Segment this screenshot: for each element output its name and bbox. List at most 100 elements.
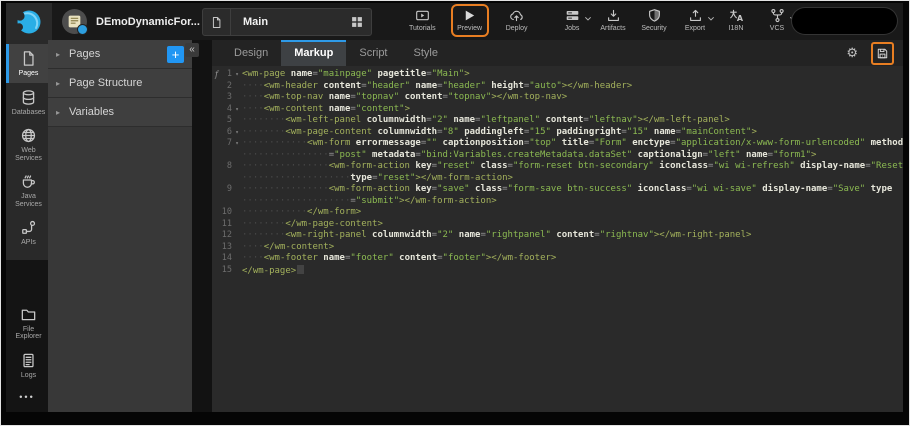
indent-dots: ············: [242, 207, 307, 217]
code-token: "2": [437, 230, 453, 240]
editor-settings-gear-icon[interactable]: ⚙: [846, 45, 858, 61]
tab-markup[interactable]: Markup: [281, 40, 346, 66]
code-token: <wm-content: [264, 104, 324, 114]
video-icon: [415, 8, 430, 23]
caret-right-icon: ▸: [56, 50, 60, 59]
code-token: "2": [432, 115, 448, 125]
code-token: "mainpage": [318, 69, 372, 79]
code-token: name: [453, 230, 480, 240]
code-token: ></wm-footer>: [486, 253, 556, 263]
line-number: 9: [212, 184, 232, 196]
tab-style[interactable]: Style: [401, 40, 451, 66]
collapse-panel-button[interactable]: «: [185, 43, 199, 57]
tab-design[interactable]: Design: [221, 40, 281, 66]
panel-section-page-structure[interactable]: ▸Page Structure: [48, 69, 192, 98]
code-token: "footer": [443, 253, 486, 263]
toolbar-jobs-button[interactable]: Jobs: [555, 6, 589, 35]
fold-toggle-icon[interactable]: ▾: [232, 138, 242, 150]
sidebar: Pages DatabasesWeb ServicesJava ServicesA…: [6, 40, 48, 412]
code-line: 9················<wm-form-action key="sa…: [212, 184, 903, 196]
line-number: [212, 150, 232, 162]
sidebar-item-pages[interactable]: Pages: [6, 44, 48, 83]
code-token: name: [323, 92, 350, 102]
code-token: "Main": [432, 69, 465, 79]
code-token: "auto": [529, 81, 562, 91]
page-tab[interactable]: Main: [202, 8, 372, 36]
code-token: "Reset": [871, 161, 903, 171]
code-line: ················="post" metadata="bind:V…: [212, 150, 903, 162]
code-token: "footer": [350, 253, 393, 263]
code-line: 7▾············<wm-form errormessage="" c…: [212, 138, 903, 150]
toolbar-deploy-button[interactable]: Deploy: [500, 6, 534, 35]
code-token: "save": [437, 184, 470, 194]
gutter-format-marker: f: [215, 69, 218, 81]
toolbar-label: Jobs: [565, 25, 580, 33]
code-token: content: [540, 115, 583, 125]
save-button[interactable]: [871, 42, 894, 65]
toolbar-left: Tutorials Preview Deploy: [405, 6, 534, 35]
code-token: columnwidth: [372, 127, 437, 137]
indent-dots: ················: [242, 161, 329, 171]
markup-code-editor[interactable]: 1▾f<wm-page name="mainpage" pagetitle="M…: [212, 66, 903, 412]
grid-icon[interactable]: [350, 15, 364, 29]
line-number: 11: [212, 219, 232, 231]
fold-toggle-icon[interactable]: ▾: [232, 127, 242, 139]
add-page-button[interactable]: +: [167, 46, 184, 63]
code-token: "topnav": [356, 92, 399, 102]
fold-toggle-icon[interactable]: ▾: [232, 104, 242, 116]
toolbar-vcs-button[interactable]: VCS: [760, 6, 794, 35]
code-token: "15": [627, 127, 649, 137]
fold-slot: [232, 207, 242, 219]
sidebar-item-databases[interactable]: Databases: [6, 83, 48, 122]
line-number: [212, 196, 232, 208]
code-token: name: [648, 127, 675, 137]
code-line: 13····</wm-content>: [212, 242, 903, 254]
sidebar-spacer: [6, 260, 48, 300]
wavemaker-logo[interactable]: [6, 3, 52, 40]
code-token: captionalign: [632, 150, 702, 160]
sidebar-item-label: Pages: [10, 70, 48, 78]
toolbar-export-button[interactable]: Export: [678, 6, 712, 35]
code-token: "reset": [437, 161, 475, 171]
sidebar-item-apis[interactable]: APIs: [6, 213, 48, 252]
toolbar-i18n-button[interactable]: AI18N: [719, 6, 753, 35]
code-line: 1▾f<wm-page name="mainpage" pagetitle="M…: [212, 69, 903, 81]
tab-script[interactable]: Script: [346, 40, 400, 66]
code-token: "submit": [356, 196, 399, 206]
sidebar-item-web-services[interactable]: Web Services: [6, 121, 48, 167]
panel-section-variables[interactable]: ▸Variables: [48, 98, 192, 127]
panel-section-pages[interactable]: ▸Pages+: [48, 40, 192, 69]
toolbar-tutorials-button[interactable]: Tutorials: [405, 6, 440, 35]
fold-slot: [232, 196, 242, 208]
code-token: display-name: [757, 184, 827, 194]
code-token: "": [426, 138, 437, 148]
code-line: 11········</wm-page-content>: [212, 219, 903, 231]
app-canvas: DEmoDynamicFor... Main TutorialsPreviewD…: [0, 0, 910, 426]
sidebar-item-file-explorer[interactable]: File Explorer: [6, 300, 48, 346]
code-token: "8": [443, 127, 459, 137]
topbar-pill[interactable]: [792, 8, 897, 34]
sidebar-item-logs[interactable]: Logs: [6, 346, 48, 385]
code-token: ></wm-right-panel>: [654, 230, 752, 240]
code-token: iconclass: [632, 184, 686, 194]
panel-empty-area: [48, 127, 192, 412]
line-number: 14: [212, 253, 232, 265]
toolbar-preview-button[interactable]: Preview: [453, 6, 487, 35]
code-token: ></wm-header>: [562, 81, 632, 91]
sidebar-item-java-services[interactable]: Java Services: [6, 167, 48, 213]
code-token: "content": [356, 104, 405, 114]
code-line: 8················<wm-form-action key="re…: [212, 161, 903, 173]
indent-dots: ····················: [242, 196, 350, 206]
code-token: <wm-page: [242, 69, 285, 79]
indent-dots: ····: [242, 253, 264, 263]
toolbar-artifacts-button[interactable]: Artifacts: [596, 6, 630, 35]
line-number: 7: [212, 138, 232, 150]
sidebar-more-button[interactable]: •••: [6, 384, 48, 412]
chevron-down-icon: [584, 15, 592, 23]
page-tab-label: Main: [243, 16, 268, 28]
toolbar-security-button[interactable]: Security: [637, 6, 671, 35]
indent-dots: ················: [242, 150, 329, 160]
code-token: "15": [529, 127, 551, 137]
code-token: columnwidth: [361, 115, 426, 125]
fold-toggle-icon[interactable]: ▾: [232, 69, 242, 81]
